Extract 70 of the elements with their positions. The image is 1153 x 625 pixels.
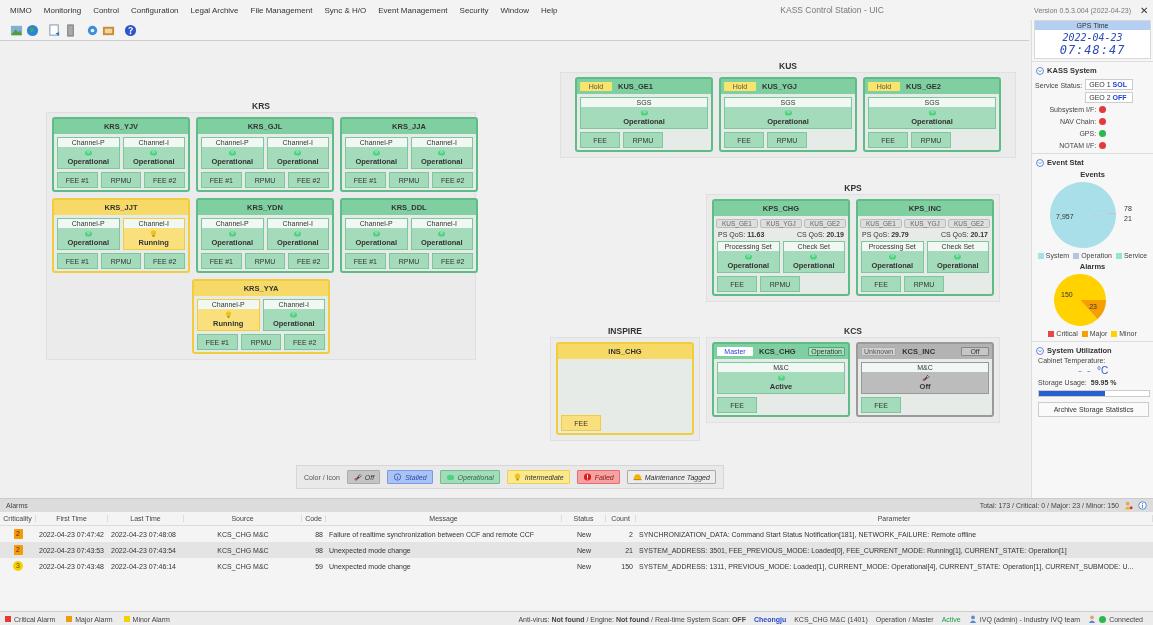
collapse-icon[interactable]: [1036, 66, 1045, 75]
globe-icon[interactable]: [26, 23, 39, 37]
user-alert-icon[interactable]: [1124, 501, 1133, 510]
menu-item[interactable]: Security: [459, 5, 489, 15]
status-icon: [371, 230, 381, 237]
status-icon: [83, 230, 93, 237]
status-icon: [289, 311, 299, 318]
menu-item[interactable]: Help: [540, 5, 558, 15]
group-title: INSPIRE: [607, 326, 643, 337]
collapse-icon[interactable]: [1036, 158, 1045, 167]
status-icon: [783, 109, 793, 116]
document-icon[interactable]: [48, 23, 61, 37]
close-button[interactable]: ✕: [1135, 4, 1153, 16]
status-icon: [227, 149, 237, 156]
status-icon: [639, 109, 649, 116]
connection-dot: [1099, 615, 1107, 623]
menu-item[interactable]: Control: [93, 5, 119, 15]
status-icon: [293, 230, 303, 237]
status-icon: [809, 253, 819, 260]
status-icon: [927, 109, 937, 116]
group-title: KCS: [843, 326, 863, 337]
status-icon: [887, 253, 897, 260]
legend-swatch: [1111, 330, 1118, 337]
status-icon: [445, 473, 455, 481]
legend-swatch: [1073, 252, 1080, 259]
menu-item[interactable]: Monitoring: [43, 5, 82, 15]
plug-icon: [352, 473, 362, 481]
user-icon: [968, 615, 977, 623]
temperature-unit: °C: [1097, 365, 1109, 376]
status-icon: [293, 149, 303, 156]
image-icon[interactable]: [10, 23, 23, 37]
info-icon[interactable]: [1138, 501, 1147, 510]
menu-item[interactable]: MIMO: [10, 5, 32, 15]
help-icon[interactable]: [124, 23, 137, 37]
status-icon: [227, 230, 237, 237]
menu-item[interactable]: Window: [500, 5, 529, 15]
legend-swatch: [1037, 252, 1044, 259]
gps-date: 2022-04-23: [1061, 32, 1124, 43]
group-title: KUS: [778, 61, 798, 72]
menu-item[interactable]: Event Management: [378, 5, 448, 15]
bulb-icon: [512, 473, 522, 481]
menu-item[interactable]: Sync & H/O: [324, 5, 367, 15]
temperature-value: --: [1076, 364, 1095, 377]
menu-item[interactable]: File Management: [250, 5, 313, 15]
user-alert-icon[interactable]: [1088, 615, 1097, 623]
legend-swatch: [1115, 252, 1122, 259]
server-icon[interactable]: [64, 23, 77, 37]
collapse-icon[interactable]: [1036, 346, 1045, 355]
gps-clock: 07:48:47: [1058, 43, 1127, 57]
group-title: KRS: [251, 101, 271, 112]
group-title: KPS: [843, 183, 863, 194]
status-icon: [371, 149, 381, 156]
status-icon: [149, 149, 159, 156]
bulb-icon: [223, 311, 233, 318]
status-icon: [743, 253, 753, 260]
helmet-icon: [632, 473, 642, 481]
menu-item[interactable]: Legal Archive: [190, 5, 239, 15]
legend-swatch: [1081, 330, 1088, 337]
status-icon: [83, 149, 93, 156]
status-icon: [437, 230, 447, 237]
status-icon: [437, 149, 447, 156]
error-icon: [582, 473, 592, 481]
plug-icon: [920, 374, 930, 381]
status-icon: [953, 253, 963, 260]
menu-item[interactable]: Configuration: [130, 5, 179, 15]
window-title: KASS Control Station - UIC: [779, 5, 885, 15]
legend-swatch: [1048, 330, 1055, 337]
status-icon: [776, 374, 786, 381]
bulb-icon: [149, 230, 159, 237]
info-icon: [393, 473, 403, 481]
